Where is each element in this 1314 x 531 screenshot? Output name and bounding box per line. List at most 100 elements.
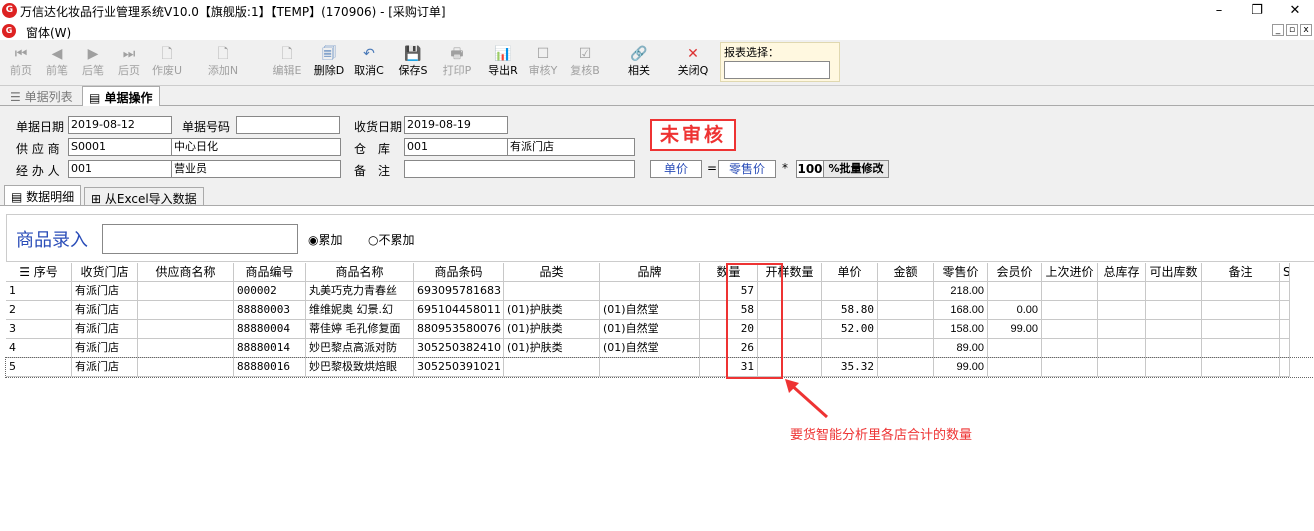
related-button[interactable]: 🔗 相关 [622,44,656,84]
table-cell[interactable] [600,282,700,301]
edit-button[interactable]: 🗋 编辑E [270,44,304,84]
column-header[interactable]: 金额 [878,263,934,282]
save-button[interactable]: 💾 保存S [396,44,430,84]
remark-field[interactable] [404,160,635,178]
column-header[interactable]: 供应商名称 [138,263,234,282]
maximize-button[interactable]: ❐ [1238,0,1276,22]
table-cell[interactable] [822,282,878,301]
column-header[interactable]: 零售价 [934,263,988,282]
table-cell[interactable]: 4 [6,339,72,358]
table-cell[interactable] [878,339,934,358]
table-cell[interactable] [1280,358,1290,377]
table-cell[interactable] [138,320,234,339]
table-cell[interactable]: 88880014 [234,339,306,358]
table-cell[interactable]: 88880016 [234,358,306,377]
table-cell[interactable] [1042,301,1098,320]
table-cell[interactable] [1202,301,1280,320]
table-cell[interactable]: 妙巴黎点高派对防 [306,339,414,358]
table-cell[interactable] [1280,282,1290,301]
table-cell[interactable] [600,358,700,377]
column-header[interactable]: 品类 [504,263,600,282]
table-cell[interactable]: 0.00 [988,301,1042,320]
table-cell[interactable]: (01)护肤类 [504,339,600,358]
table-cell[interactable] [1202,320,1280,339]
audit-button[interactable]: ☐ 审核Y [526,44,560,84]
mdi-restore-button[interactable]: ▫ [1286,24,1298,36]
table-cell[interactable]: 99.00 [988,320,1042,339]
table-row[interactable]: 3 有派门店 88880004 蒂佳婷 毛孔修复面 880953580076 (01)护肤… [6,320,1314,339]
radio-accumulate[interactable]: ◉累加 [308,231,343,248]
table-row[interactable]: 4 有派门店 88880014 妙巴黎点高派对防 305250382410 (01)护肤类… [6,339,1314,358]
cancel-button[interactable]: ↶ 取消C [352,44,386,84]
close-window-button[interactable]: ✕ [1276,0,1314,22]
table-cell[interactable]: 蒂佳婷 毛孔修复面 [306,320,414,339]
batch-modify-button[interactable]: %批量修改 [823,160,889,178]
column-header[interactable]: 单价 [822,263,878,282]
menu-window[interactable]: 窗体(W) [26,24,71,41]
last-page-button[interactable]: ⏭ 后页 [112,44,146,84]
supplier-code-field[interactable]: S0001 [68,138,172,156]
column-header[interactable]: 商品编号 [234,263,306,282]
table-cell[interactable]: 218.00 [934,282,988,301]
table-cell[interactable] [1202,339,1280,358]
table-cell[interactable]: 168.00 [934,301,988,320]
table-cell[interactable] [822,339,878,358]
table-cell[interactable]: (01)护肤类 [504,320,600,339]
column-header[interactable]: 商品名称 [306,263,414,282]
tab-import-excel[interactable]: ⊞ 从Excel导入数据 [84,187,204,207]
table-cell[interactable] [504,282,600,301]
column-header[interactable]: 总库存 [1098,263,1146,282]
table-cell[interactable] [1146,282,1202,301]
table-cell[interactable]: 有派门店 [72,358,138,377]
table-cell[interactable] [988,358,1042,377]
column-header[interactable]: 收货门店 [72,263,138,282]
table-cell[interactable]: (01)自然堂 [600,301,700,320]
add-button[interactable]: 🗋 添加N [206,44,240,84]
table-cell[interactable] [878,282,934,301]
table-cell[interactable]: 有派门店 [72,320,138,339]
grid-menu-icon[interactable]: ☰ [19,265,34,279]
column-header[interactable]: S [1280,263,1290,282]
formula-retail-field[interactable]: 零售价 [718,160,776,178]
table-row[interactable]: 1 有派门店 000002 丸美巧克力青春丝 693095781683 57 218.00 [6,282,1314,301]
table-row[interactable]: 5 有派门店 88880016 妙巴黎极致烘焙眼 305250391021 31 35.32… [5,357,1314,378]
column-header[interactable]: 品牌 [600,263,700,282]
doc-no-field[interactable] [236,116,340,134]
mdi-close-button[interactable]: x [1300,24,1312,36]
handler-code-field[interactable]: 001 [68,160,172,178]
table-cell[interactable]: 有派门店 [72,282,138,301]
radio-no-accumulate[interactable]: ○不累加 [368,231,415,248]
table-cell[interactable] [988,282,1042,301]
table-cell[interactable] [1098,320,1146,339]
table-cell[interactable]: 000002 [234,282,306,301]
export-button[interactable]: 📊 导出R [486,44,520,84]
table-cell[interactable]: 880953580076 [414,320,504,339]
table-cell[interactable]: (01)自然堂 [600,339,700,358]
warehouse-code-field[interactable]: 001 [404,138,508,156]
table-cell[interactable]: 35.32 [822,358,878,377]
table-cell[interactable]: 5 [6,358,72,377]
table-cell[interactable]: 妙巴黎极致烘焙眼 [306,358,414,377]
table-cell[interactable] [1098,282,1146,301]
table-cell[interactable] [878,301,934,320]
table-cell[interactable] [878,320,934,339]
table-cell[interactable] [1146,339,1202,358]
table-cell[interactable]: 有派门店 [72,339,138,358]
table-cell[interactable]: 89.00 [934,339,988,358]
first-page-button[interactable]: ⏮ 前页 [4,44,38,84]
table-cell[interactable] [138,339,234,358]
table-cell[interactable]: 305250391021 [414,358,504,377]
warehouse-name-field[interactable]: 有派门店 [507,138,635,156]
date-field[interactable]: 2019-08-12 [68,116,172,134]
tab-document-list[interactable]: ☰ 单据列表 [4,86,79,106]
table-cell[interactable]: 305250382410 [414,339,504,358]
table-cell[interactable]: 693095781683 [414,282,504,301]
table-cell[interactable] [1280,320,1290,339]
table-cell[interactable] [1146,358,1202,377]
column-header[interactable]: 会员价 [988,263,1042,282]
table-cell[interactable] [138,358,234,377]
handler-name-field[interactable]: 营业员 [171,160,341,178]
column-header[interactable]: ☰ 序号 [6,263,72,282]
table-cell[interactable]: 695104458011 [414,301,504,320]
column-header[interactable]: 上次进价 [1042,263,1098,282]
